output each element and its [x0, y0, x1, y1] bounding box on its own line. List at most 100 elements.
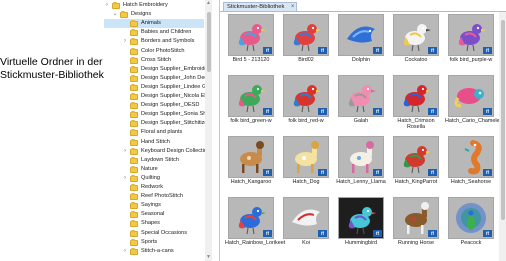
design-thumbnail[interactable]: ff Bird02	[283, 14, 329, 71]
design-thumbnail[interactable]: ff Hatch_Cario_Chameleon	[445, 75, 506, 132]
design-preview[interactable]: ff	[338, 75, 384, 117]
design-thumbnail[interactable]: ff Koi	[283, 197, 329, 254]
expand-chevron-icon[interactable]: ›	[122, 174, 128, 183]
design-thumbnail[interactable]: ff Galah	[338, 75, 384, 132]
tree-item-label: Stitch-a-cans	[141, 247, 174, 254]
design-thumbnail[interactable]: ff Hatch_Rainbow_Lorikeet	[225, 197, 286, 254]
design-thumbnail[interactable]: ff folk bird_red-w	[283, 75, 329, 132]
design-preview[interactable]: ff	[393, 197, 439, 239]
tree-item[interactable]: Redwork	[104, 183, 204, 192]
expand-chevron-icon[interactable]: ›	[122, 37, 128, 46]
tree-item[interactable]: Design Supplier_OESD	[104, 101, 204, 110]
file-format-badge: ff	[428, 47, 437, 54]
design-preview[interactable]: ff	[228, 14, 274, 56]
design-thumbnail[interactable]: ff Hummingbird	[338, 197, 384, 254]
tree-item-label: Nature	[141, 165, 158, 172]
design-label: Hatch_Rainbow_Lorikeet	[225, 240, 286, 246]
design-thumbnail[interactable]: ff Hatch_Seahorse	[448, 136, 494, 193]
design-thumbnail[interactable]: ff Bird 5 - 213120	[228, 14, 274, 71]
tree-item-label: Shapes	[141, 220, 160, 227]
tree-scroll-thumb[interactable]	[206, 12, 211, 72]
design-thumbnail[interactable]: ff Hatch_Crimson Rosella	[393, 75, 439, 132]
folder-tree[interactable]: › Hatch Embroidery ⌄ Designs Animals Babies a…	[104, 0, 212, 261]
design-thumbnail[interactable]: ff Hatch_Kangaroo	[228, 136, 274, 193]
tree-item[interactable]: Design Supplier_Embroidery M	[104, 65, 212, 74]
tree-item[interactable]: Babies and Children	[104, 28, 204, 37]
tree-item[interactable]: Design Supplier_Nicola Elliott	[104, 92, 212, 101]
design-thumbnail[interactable]: ff Cockatoo	[393, 14, 439, 71]
close-icon[interactable]: ×	[291, 3, 295, 11]
tree-item[interactable]: Sayings	[104, 201, 204, 210]
design-preview[interactable]: ff	[448, 14, 494, 56]
expand-chevron-icon[interactable]: ⌄	[112, 10, 118, 19]
design-preview[interactable]: ff	[228, 136, 274, 178]
design-preview[interactable]: ff	[283, 14, 329, 56]
library-scrollbar[interactable]	[499, 12, 506, 261]
tree-item[interactable]: Special Occasions	[104, 229, 204, 238]
design-preview[interactable]: ff	[228, 75, 274, 117]
tree-item[interactable]: Nature	[104, 165, 204, 174]
tree-item[interactable]: Color PhotoStitch	[104, 47, 204, 56]
tab-design-library[interactable]: Stickmuster-Bibliothek ×	[223, 2, 298, 11]
design-thumbnail[interactable]: ff Hatch_Lenny_Llama	[336, 136, 386, 193]
tree-item-label: Sports	[141, 238, 158, 245]
design-preview[interactable]: ff	[448, 197, 494, 239]
folder-icon	[130, 138, 138, 146]
design-thumbnail[interactable]: ff Dolphin	[338, 14, 384, 71]
folder-icon	[130, 29, 138, 37]
design-thumbnail[interactable]: ff Hatch_KingParrot	[393, 136, 439, 193]
folder-icon	[130, 47, 138, 55]
design-preview[interactable]: ff	[338, 197, 384, 239]
design-preview[interactable]: ff	[283, 75, 329, 117]
tree-item-label: Design Supplier_Sonia Showell	[141, 111, 212, 118]
design-thumbnail[interactable]: ff Running Horse	[393, 197, 439, 254]
tree-item[interactable]: ⌄ Designs	[104, 10, 204, 19]
scroll-down-icon[interactable]: ▼	[205, 254, 212, 261]
tree-item[interactable]: Floral and plants	[104, 128, 204, 137]
file-format-badge: ff	[483, 230, 492, 237]
expand-chevron-icon[interactable]: ›	[122, 247, 128, 256]
tree-item[interactable]: › Borders and Symbols	[104, 37, 204, 46]
tree-item[interactable]: Design Supplier_John Deer	[104, 74, 209, 83]
tree-item[interactable]: › Keyboard Design Collection	[104, 147, 210, 156]
design-thumbnail[interactable]: ff Peacock	[448, 197, 494, 254]
design-preview[interactable]: ff	[283, 197, 329, 239]
tree-item[interactable]: Design Supplier_Sonia Showell	[104, 110, 212, 119]
file-format-badge: ff	[483, 47, 492, 54]
tree-item[interactable]: Design Supplier_Stitchitize	[104, 119, 208, 128]
design-label: Hatch_Seahorse	[450, 179, 492, 185]
expand-chevron-icon[interactable]: ›	[122, 147, 128, 156]
tree-item[interactable]: Design Supplier_Lindee G Embr	[104, 83, 212, 92]
design-preview[interactable]: ff	[393, 14, 439, 56]
file-format-badge: ff	[318, 230, 327, 237]
design-thumbnail[interactable]: ff folk bird_purple-w	[448, 14, 494, 71]
tree-item[interactable]: Hand Stitch	[104, 138, 204, 147]
tree-item[interactable]: Reef PhotoStitch	[104, 192, 204, 201]
design-thumbnail[interactable]: ff Hatch_Dog	[283, 136, 329, 193]
design-preview[interactable]: ff	[448, 136, 494, 178]
tree-item[interactable]: Seasonal	[104, 210, 204, 219]
tree-item[interactable]: Sports	[104, 238, 204, 247]
design-preview[interactable]: ff	[393, 136, 439, 178]
design-preview[interactable]: ff	[228, 197, 274, 239]
tree-item[interactable]: › Hatch Embroidery	[104, 1, 204, 10]
design-preview[interactable]: ff	[338, 136, 384, 178]
design-label: folk bird_green-w	[230, 118, 272, 124]
tree-item[interactable]: Shapes	[104, 219, 204, 228]
design-preview[interactable]: ff	[283, 136, 329, 178]
design-preview[interactable]: ff	[338, 14, 384, 56]
tree-item[interactable]: › Stitch-a-cans	[104, 247, 204, 256]
expand-chevron-icon[interactable]: ›	[104, 1, 110, 10]
design-preview[interactable]: ff	[448, 75, 494, 117]
library-scroll-thumb[interactable]	[500, 20, 505, 220]
tree-item[interactable]: Cross Stitch	[104, 56, 204, 65]
tree-scrollbar[interactable]: ▲ ▼	[205, 0, 212, 261]
tree-item[interactable]: Laydown Stitch	[104, 156, 204, 165]
tree-item[interactable]: Animals	[104, 19, 204, 29]
tree-item[interactable]: › Quilting	[104, 174, 204, 183]
file-format-badge: ff	[263, 108, 272, 115]
scroll-up-icon[interactable]: ▲	[205, 0, 212, 7]
tree-item-label: Cross Stitch	[141, 56, 172, 63]
design-thumbnail[interactable]: ff folk bird_green-w	[228, 75, 274, 132]
design-preview[interactable]: ff	[393, 75, 439, 117]
